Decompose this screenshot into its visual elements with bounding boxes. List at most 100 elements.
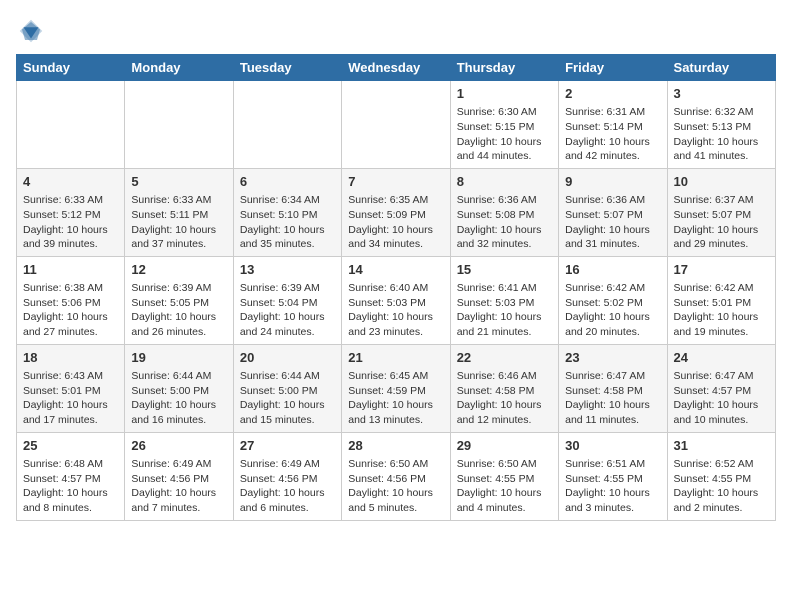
day-number: 1	[457, 85, 552, 103]
day-info: and 41 minutes.	[674, 149, 769, 164]
day-info: Sunset: 4:56 PM	[240, 472, 335, 487]
day-number: 29	[457, 437, 552, 455]
day-info: Sunset: 5:10 PM	[240, 208, 335, 223]
day-info: Daylight: 10 hours	[457, 398, 552, 413]
day-info: Daylight: 10 hours	[23, 310, 118, 325]
day-info: Sunrise: 6:47 AM	[674, 369, 769, 384]
day-info: Sunset: 4:55 PM	[674, 472, 769, 487]
day-info: Daylight: 10 hours	[674, 486, 769, 501]
day-info: and 27 minutes.	[23, 325, 118, 340]
day-number: 18	[23, 349, 118, 367]
calendar-day-cell: 11Sunrise: 6:38 AMSunset: 5:06 PMDayligh…	[17, 256, 125, 344]
day-info: Daylight: 10 hours	[674, 398, 769, 413]
day-number: 3	[674, 85, 769, 103]
day-info: and 5 minutes.	[348, 501, 443, 516]
day-info: and 26 minutes.	[131, 325, 226, 340]
calendar-day-header: Thursday	[450, 55, 558, 81]
day-info: Sunrise: 6:30 AM	[457, 105, 552, 120]
day-info: and 34 minutes.	[348, 237, 443, 252]
day-number: 14	[348, 261, 443, 279]
day-info: Sunrise: 6:44 AM	[240, 369, 335, 384]
calendar-day-cell	[17, 81, 125, 169]
day-info: Sunset: 5:03 PM	[457, 296, 552, 311]
calendar-day-cell: 10 Sunrise: 6:37 AMSunset: 5:07 PMDayligh…	[667, 168, 775, 256]
day-number: 4	[23, 173, 118, 191]
day-info: Sunset: 5:07 PM	[674, 208, 769, 223]
calendar-day-cell: 2Sunrise: 6:31 AMSunset: 5:14 PMDaylight…	[559, 81, 667, 169]
calendar-day-cell: 12Sunrise: 6:39 AMSunset: 5:05 PMDayligh…	[125, 256, 233, 344]
day-info: Sunset: 4:55 PM	[457, 472, 552, 487]
day-info: and 10 minutes.	[674, 413, 769, 428]
day-info: Sunset: 4:57 PM	[23, 472, 118, 487]
day-info: Daylight: 10 hours	[240, 486, 335, 501]
calendar-day-cell: 9Sunrise: 6:36 AMSunset: 5:07 PMDaylight…	[559, 168, 667, 256]
day-info: Sunrise: 6:49 AM	[131, 457, 226, 472]
day-info: Daylight: 10 hours	[565, 398, 660, 413]
day-number: 2	[565, 85, 660, 103]
day-info: Daylight: 10 hours	[131, 486, 226, 501]
day-info: Daylight: 10 hours	[240, 310, 335, 325]
day-info: Sunrise: 6:44 AM	[131, 369, 226, 384]
day-info: Daylight: 10 hours	[457, 135, 552, 150]
day-info: and 15 minutes.	[240, 413, 335, 428]
day-info: Sunrise: 6:45 AM	[348, 369, 443, 384]
day-number: 22	[457, 349, 552, 367]
day-info: and 3 minutes.	[565, 501, 660, 516]
day-info: and 37 minutes.	[131, 237, 226, 252]
calendar-day-cell: 19Sunrise: 6:44 AMSunset: 5:00 PMDayligh…	[125, 344, 233, 432]
calendar-header: SundayMondayTuesdayWednesdayThursdayFrid…	[17, 55, 776, 81]
day-info: Daylight: 10 hours	[565, 486, 660, 501]
calendar-day-header: Saturday	[667, 55, 775, 81]
calendar-day-cell: 21Sunrise: 6:45 AMSunset: 4:59 PMDayligh…	[342, 344, 450, 432]
day-info: Daylight: 10 hours	[565, 135, 660, 150]
day-number: 9	[565, 173, 660, 191]
day-info: Sunset: 5:13 PM	[674, 120, 769, 135]
day-info: Daylight: 10 hours	[674, 223, 769, 238]
day-info: Sunset: 5:15 PM	[457, 120, 552, 135]
day-info: and 39 minutes.	[23, 237, 118, 252]
day-info: Sunrise: 6:37 AM	[674, 193, 769, 208]
day-number: 17	[674, 261, 769, 279]
calendar-day-cell: 30Sunrise: 6:51 AMSunset: 4:55 PMDayligh…	[559, 432, 667, 520]
day-number: 6	[240, 173, 335, 191]
day-info: Sunrise: 6:33 AM	[23, 193, 118, 208]
day-info: and 4 minutes.	[457, 501, 552, 516]
day-info: Sunrise: 6:42 AM	[674, 281, 769, 296]
calendar-day-cell: 13Sunrise: 6:39 AMSunset: 5:04 PMDayligh…	[233, 256, 341, 344]
day-info: Sunrise: 6:41 AM	[457, 281, 552, 296]
day-info: and 19 minutes.	[674, 325, 769, 340]
day-info: Sunrise: 6:34 AM	[240, 193, 335, 208]
day-info: Sunset: 5:06 PM	[23, 296, 118, 311]
day-info: Daylight: 10 hours	[348, 486, 443, 501]
day-number: 19	[131, 349, 226, 367]
day-info: and 16 minutes.	[131, 413, 226, 428]
calendar-day-cell: 8Sunrise: 6:36 AMSunset: 5:08 PMDaylight…	[450, 168, 558, 256]
day-info: Sunrise: 6:39 AM	[131, 281, 226, 296]
calendar-day-cell: 3Sunrise: 6:32 AMSunset: 5:13 PMDaylight…	[667, 81, 775, 169]
day-number: 7	[348, 173, 443, 191]
day-info: Sunset: 5:02 PM	[565, 296, 660, 311]
day-number: 23	[565, 349, 660, 367]
day-info: and 6 minutes.	[240, 501, 335, 516]
day-info: Daylight: 10 hours	[674, 310, 769, 325]
day-info: Sunrise: 6:49 AM	[240, 457, 335, 472]
day-info: Sunset: 4:59 PM	[348, 384, 443, 399]
calendar-day-cell: 15Sunrise: 6:41 AMSunset: 5:03 PMDayligh…	[450, 256, 558, 344]
day-info: Daylight: 10 hours	[457, 486, 552, 501]
day-info: Daylight: 10 hours	[23, 398, 118, 413]
day-info: and 8 minutes.	[23, 501, 118, 516]
day-info: Sunset: 4:56 PM	[348, 472, 443, 487]
day-number: 10	[674, 173, 769, 191]
day-info: and 42 minutes.	[565, 149, 660, 164]
calendar-day-cell: 26Sunrise: 6:49 AMSunset: 4:56 PMDayligh…	[125, 432, 233, 520]
day-info: and 7 minutes.	[131, 501, 226, 516]
calendar-table: SundayMondayTuesdayWednesdayThursdayFrid…	[16, 54, 776, 521]
calendar-week-row: 4Sunrise: 6:33 AMSunset: 5:12 PMDaylight…	[17, 168, 776, 256]
calendar-day-cell	[342, 81, 450, 169]
day-number: 28	[348, 437, 443, 455]
calendar-day-cell: 4Sunrise: 6:33 AMSunset: 5:12 PMDaylight…	[17, 168, 125, 256]
day-info: Sunrise: 6:46 AM	[457, 369, 552, 384]
day-info: Daylight: 10 hours	[23, 223, 118, 238]
day-info: Daylight: 10 hours	[348, 310, 443, 325]
logo-icon	[16, 16, 46, 46]
